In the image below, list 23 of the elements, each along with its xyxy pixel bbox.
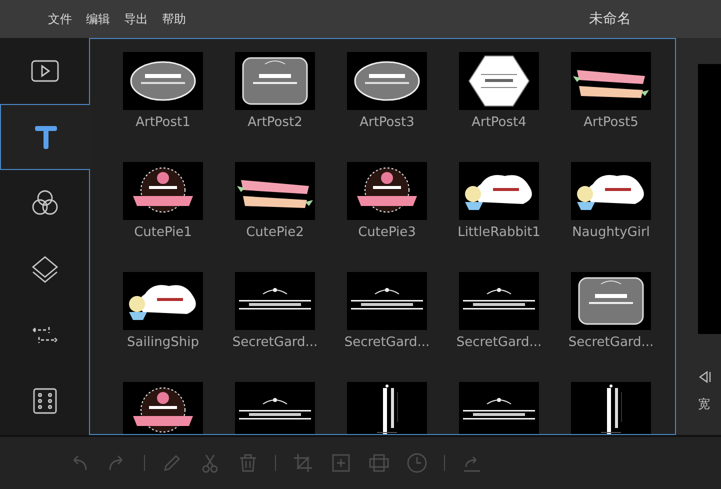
menu-item[interactable]: 帮助 — [162, 10, 186, 28]
panel-label: 宽 — [698, 396, 711, 413]
template-name: SecretGard... — [347, 335, 427, 350]
template-name: SecretGard... — [235, 335, 315, 350]
menu-item[interactable]: 导出 — [124, 10, 148, 28]
template-name: NaughtyGirl — [571, 225, 651, 240]
menu-item[interactable]: 编辑 — [86, 10, 110, 28]
menu-item[interactable]: 文件 — [48, 10, 72, 28]
template-name: CutePie3 — [357, 225, 417, 240]
template-name: LittleRabbit1 — [459, 225, 539, 240]
template-name: ArtPost5 — [582, 115, 640, 130]
template-name: SecretGard... — [571, 335, 651, 350]
template-name: SailingShip — [126, 335, 200, 350]
template-name: ArtPost2 — [246, 115, 304, 130]
sidebar-tab[interactable] — [0, 104, 91, 170]
template-name: ArtPost4 — [470, 115, 528, 130]
previous-frame-icon[interactable] — [698, 370, 712, 384]
template-name: ArtPost1 — [134, 115, 192, 130]
template-name: SecretGard... — [459, 335, 539, 350]
window-title: 未命名 — [589, 10, 631, 28]
template-name: ArtPost3 — [358, 115, 416, 130]
template-name: CutePie2 — [245, 225, 305, 240]
template-name: CutePie1 — [133, 225, 193, 240]
